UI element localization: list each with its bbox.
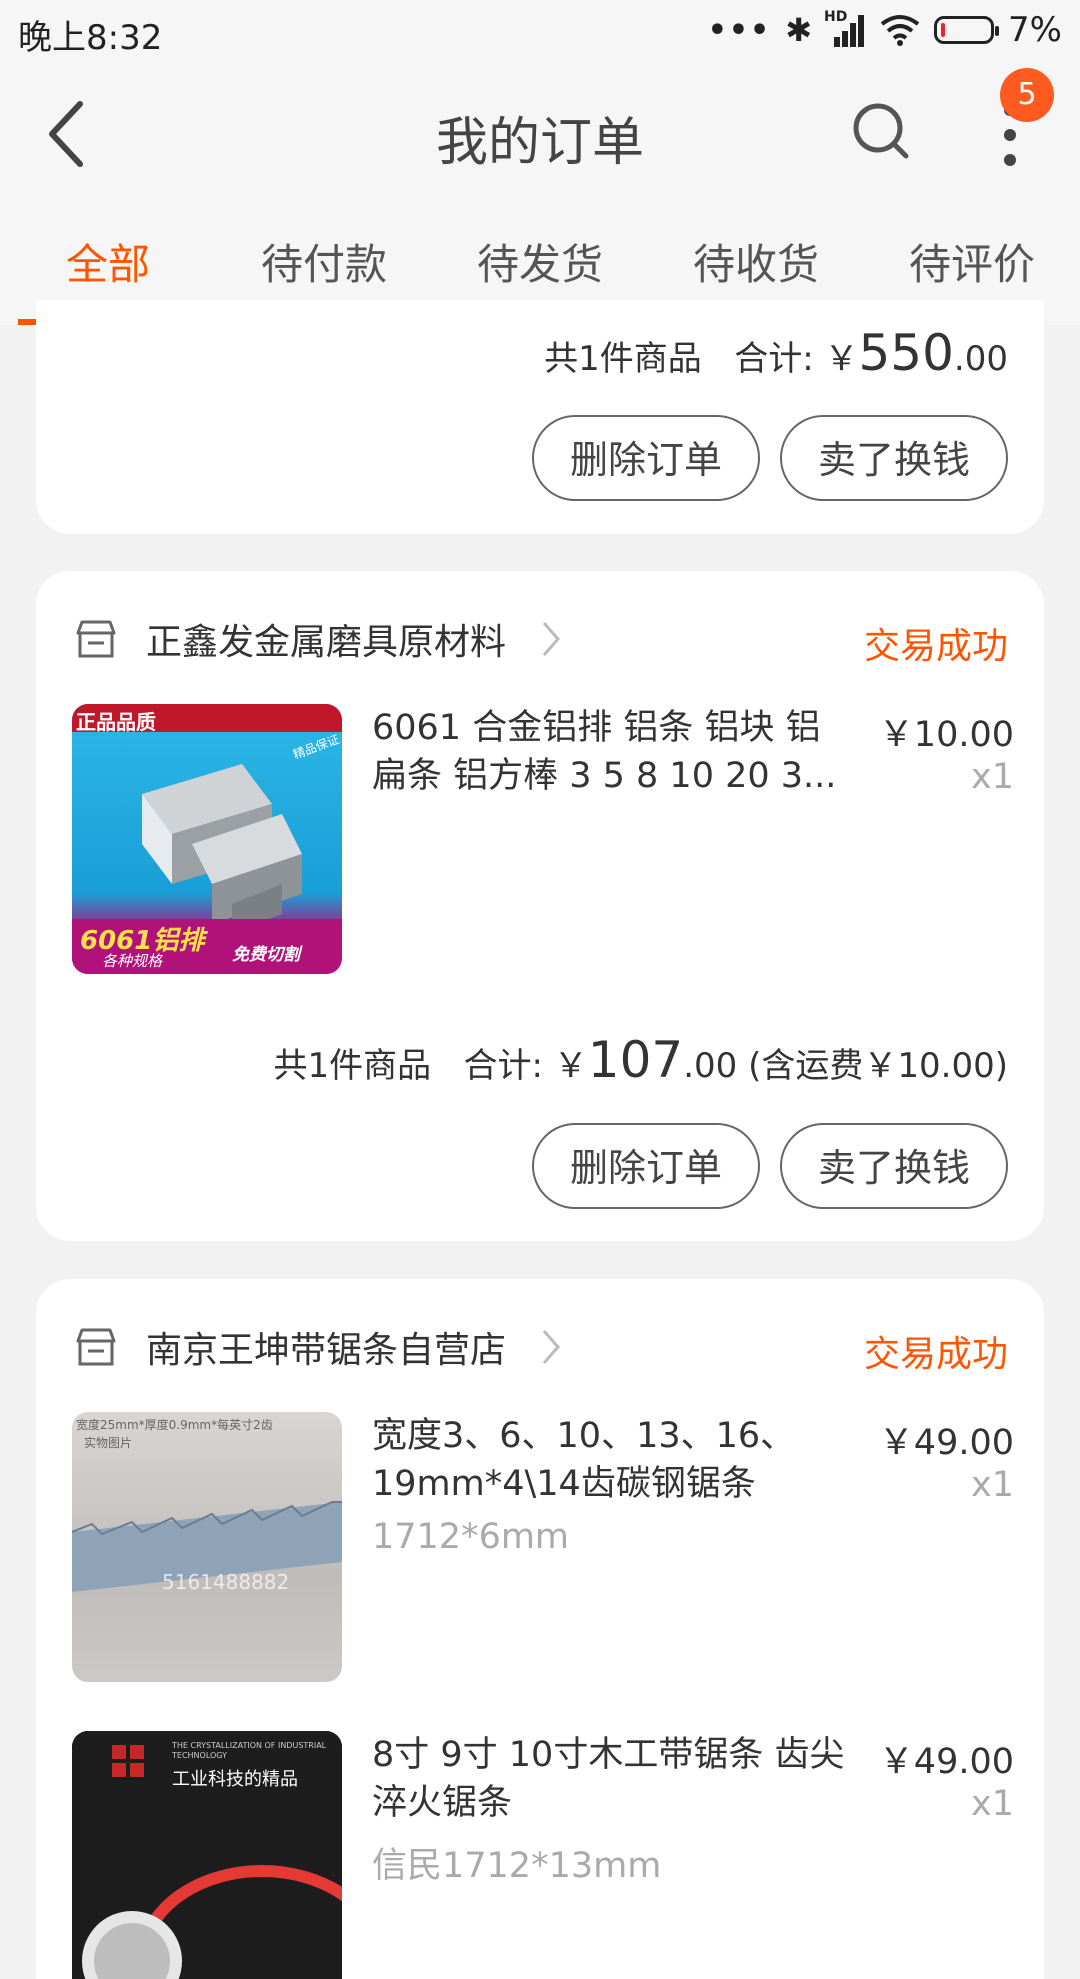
item-count: 共1件商品 (273, 1046, 432, 1086)
wifi-icon (880, 14, 920, 46)
more-notifications-icon: ••• (707, 12, 772, 48)
status-time: 晚上8:32 (18, 18, 163, 58)
status-icons: ••• ✱ HD 7% (708, 8, 1062, 52)
battery-percent: 7% (1008, 10, 1062, 50)
order-card: 南京王坤带锯条自营店 交易成功 宽度25mm*厚度0.9mm*每英寸2齿 实物图… (36, 1279, 1044, 1979)
product-image[interactable]: THE CRYSTALLIZATION OF INDUSTRIAL TECHNO… (72, 1731, 342, 1979)
battery-level (941, 23, 946, 37)
image-text-top: 正品品质 (76, 710, 156, 734)
hd-label: HD (824, 9, 848, 25)
product-price: ￥10.00 (878, 715, 1014, 755)
order-card: 正鑫发金属磨具原材料 交易成功 正品品质 精品保证 6061铝排 各种规格 免费… (36, 571, 1044, 1241)
order-summary: 共1件商品 合计: ￥107.00 (含运费￥10.00) (273, 1031, 1008, 1089)
bluetooth-icon: ✱ (785, 11, 813, 49)
delete-order-button[interactable]: 删除订单 (532, 1123, 760, 1209)
image-text-cut: 免费切割 (232, 945, 300, 965)
image-text-cn: 工业科技的精品 (172, 1769, 298, 1790)
order-summary: 共1件商品 合计: ￥550.00 (544, 324, 1008, 382)
shop-icon (76, 620, 116, 658)
sell-button[interactable]: 卖了换钱 (780, 415, 1008, 501)
shop-name: 南京王坤带锯条自营店 (146, 1330, 507, 1371)
total-label: 合计: (734, 339, 825, 379)
product-title[interactable]: 6061 合金铝排 铝条 铝块 铝扁条 铝方棒 3 5 8 10 20 3... (372, 704, 852, 800)
sell-button[interactable]: 卖了换钱 (780, 1123, 1008, 1209)
app-header: 我的订单 5 (0, 60, 1080, 205)
product-image[interactable]: 正品品质 精品保证 6061铝排 各种规格 免费切割 (72, 704, 342, 974)
chevron-right-icon (542, 1330, 561, 1364)
image-caption-2: 实物图片 (84, 1436, 133, 1450)
product-image[interactable]: 宽度25mm*厚度0.9mm*每英寸2齿 实物图片 5161488882 (72, 1412, 342, 1682)
product-sku: 1712*6mm (372, 1517, 570, 1557)
battery-icon (934, 16, 1000, 44)
product-quantity: x1 (971, 1784, 1014, 1824)
delete-order-button[interactable]: 删除订单 (532, 415, 760, 501)
product-price: ￥49.00 (878, 1423, 1014, 1463)
chevron-right-icon (542, 622, 561, 656)
item-count: 共1件商品 (544, 339, 702, 379)
shipping-fee: (含运费￥10.00) (748, 1046, 1008, 1086)
product-quantity: x1 (971, 1465, 1014, 1505)
shop-row[interactable]: 南京王坤带锯条自营店 (74, 1317, 562, 1377)
order-status: 交易成功 (863, 626, 1008, 667)
image-watermark: 5161488882 (162, 1570, 290, 1594)
product-price: ￥49.00 (878, 1742, 1014, 1782)
product-quantity: x1 (971, 757, 1014, 797)
shop-name: 正鑫发金属磨具原材料 (146, 622, 507, 663)
shop-icon (76, 1328, 116, 1366)
total-dec: .00 (953, 339, 1008, 379)
image-text-en: THE CRYSTALLIZATION OF INDUSTRIAL TECHNO… (172, 1741, 327, 1760)
total-label: 合计: (463, 1046, 554, 1086)
page-title: 我的订单 (435, 113, 644, 173)
image-text-sub: 各种规格 (102, 952, 163, 970)
status-bar: 晚上8:32 ••• ✱ HD 7% (0, 0, 1080, 60)
product-title[interactable]: 8寸 9寸 10寸木工带锯条 齿尖淬火锯条 (372, 1731, 852, 1827)
signal-icon: HD (824, 9, 866, 47)
total-dec: .00 (683, 1046, 738, 1086)
total-int: 550 (858, 324, 954, 382)
product-title[interactable]: 宽度3、6、10、13、16、19mm*4\14齿碳钢锯条 (372, 1412, 852, 1508)
currency: ￥ (824, 339, 859, 379)
product-sku: 信民1712*13mm (372, 1846, 662, 1886)
order-status: 交易成功 (863, 1334, 1008, 1375)
image-caption: 宽度25mm*厚度0.9mm*每英寸2齿 (76, 1418, 273, 1432)
notification-badge: 5 (1000, 68, 1054, 122)
order-card: 共1件商品 合计: ￥550.00 删除订单 卖了换钱 (36, 300, 1044, 534)
total-int: 107 (587, 1031, 684, 1089)
shop-row[interactable]: 正鑫发金属磨具原材料 (74, 609, 562, 669)
search-icon[interactable] (848, 98, 918, 168)
currency: ￥ (553, 1046, 588, 1086)
